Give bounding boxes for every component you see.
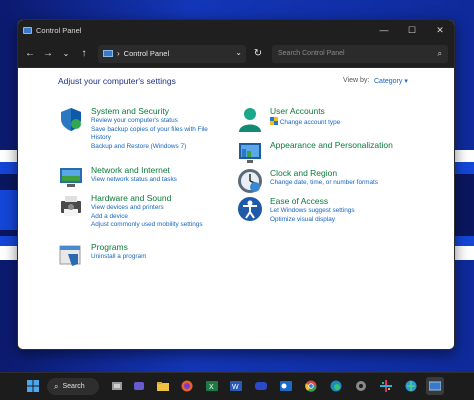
forward-button[interactable]: →	[40, 45, 56, 63]
taskbar-search-button[interactable]: ⌕ Search	[47, 378, 99, 395]
control-panel-app-icon	[23, 26, 32, 34]
teams-icon[interactable]	[130, 377, 148, 395]
excel-icon[interactable]: X	[203, 377, 221, 395]
app-icon[interactable]	[252, 377, 270, 395]
recent-locations-button[interactable]: ⌄	[58, 45, 74, 63]
search-input[interactable]: Search Control Panel ⌕	[272, 44, 448, 63]
chevron-right-icon: ›	[117, 49, 120, 58]
back-button[interactable]: ←	[22, 45, 38, 63]
start-icon[interactable]	[24, 377, 42, 395]
control-panel-icon	[103, 50, 113, 57]
address-bar[interactable]: › Control Panel ⌄	[98, 44, 246, 63]
control-panel-icon[interactable]	[426, 377, 444, 395]
change-account-type-label: Change account type	[279, 119, 341, 126]
firefox-icon[interactable]	[178, 377, 196, 395]
up-button[interactable]: ↑	[76, 45, 92, 63]
control-panel-window: Control Panel — ☐ ✕ ← → ⌄ ↑ › Control Pa…	[17, 19, 455, 350]
browser-icon[interactable]	[402, 377, 420, 395]
chevron-down-icon[interactable]: ⌄	[235, 48, 242, 57]
add-device-link[interactable]: Add a device	[91, 213, 231, 222]
accessibility-icon	[238, 197, 262, 221]
printer-icon	[61, 196, 81, 216]
view-by-dropdown[interactable]: Category ▾	[374, 77, 408, 85]
gear-icon[interactable]	[352, 377, 370, 395]
system-and-security-link[interactable]: System and Security	[91, 106, 231, 117]
navigation-bar: ← → ⌄ ↑ › Control Panel ⌄ ↻ Search Contr…	[18, 40, 454, 68]
edge-icon[interactable]	[327, 377, 345, 395]
ease-of-access-link[interactable]: Ease of Access	[270, 196, 410, 207]
shield-icon	[61, 108, 81, 131]
page-title: Adjust your computer's settings	[58, 76, 176, 86]
date-time-formats-link[interactable]: Change date, time, or number formats	[270, 179, 410, 188]
file-explorer-icon[interactable]	[154, 377, 172, 395]
clock-and-region-link[interactable]: Clock and Region	[270, 168, 410, 179]
programs-icon	[59, 245, 81, 266]
refresh-button[interactable]: ↻	[248, 45, 268, 63]
hardware-and-sound-link[interactable]: Hardware and Sound	[91, 193, 231, 204]
mobility-settings-link[interactable]: Adjust commonly used mobility settings	[91, 221, 231, 230]
address-text: Control Panel	[123, 49, 170, 58]
taskbar: ⌕ Search X W	[0, 372, 474, 400]
optimize-display-link[interactable]: Optimize visual display	[270, 216, 410, 225]
uac-shield-icon	[270, 117, 278, 125]
devices-printers-link[interactable]: View devices and printers	[91, 204, 231, 213]
task-view-icon[interactable]	[108, 377, 126, 395]
uninstall-program-link[interactable]: Uninstall a program	[91, 253, 231, 262]
display-icon	[239, 143, 261, 163]
word-icon[interactable]: W	[227, 377, 245, 395]
network-icon	[60, 168, 82, 187]
view-by-label: View by:	[343, 77, 370, 84]
outlook-icon[interactable]	[277, 377, 295, 395]
content-area: Adjust your computer's settings View by:…	[18, 68, 454, 349]
title-bar: Control Panel — ☐ ✕	[18, 20, 454, 40]
change-account-type-link[interactable]: Change account type	[270, 117, 410, 128]
clock-icon	[238, 169, 262, 193]
chrome-icon[interactable]	[302, 377, 320, 395]
file-history-link[interactable]: Save backup copies of your files with Fi…	[91, 126, 221, 143]
network-and-internet-link[interactable]: Network and Internet	[91, 165, 231, 176]
programs-link[interactable]: Programs	[91, 242, 231, 253]
search-icon: ⌕	[437, 48, 442, 58]
close-button[interactable]: ✕	[426, 20, 454, 40]
taskbar-search-label: Search	[62, 383, 85, 390]
backup-restore-link[interactable]: Backup and Restore (Windows 7)	[91, 143, 231, 152]
search-placeholder: Search Control Panel	[278, 50, 345, 57]
suggest-settings-link[interactable]: Let Windows suggest settings	[270, 207, 410, 216]
user-icon	[239, 108, 261, 132]
svg-text:X: X	[209, 384, 214, 391]
minimize-button[interactable]: —	[370, 20, 398, 40]
maximize-button[interactable]: ☐	[398, 20, 426, 40]
search-icon: ⌕	[54, 381, 59, 391]
slack-icon[interactable]	[377, 377, 395, 395]
window-title: Control Panel	[36, 25, 82, 35]
appearance-and-personalization-link[interactable]: Appearance and Personalization	[270, 140, 410, 151]
svg-text:W: W	[232, 384, 239, 391]
review-status-link[interactable]: Review your computer's status	[91, 117, 231, 126]
user-accounts-link[interactable]: User Accounts	[270, 106, 410, 117]
network-status-link[interactable]: View network status and tasks	[91, 176, 231, 185]
